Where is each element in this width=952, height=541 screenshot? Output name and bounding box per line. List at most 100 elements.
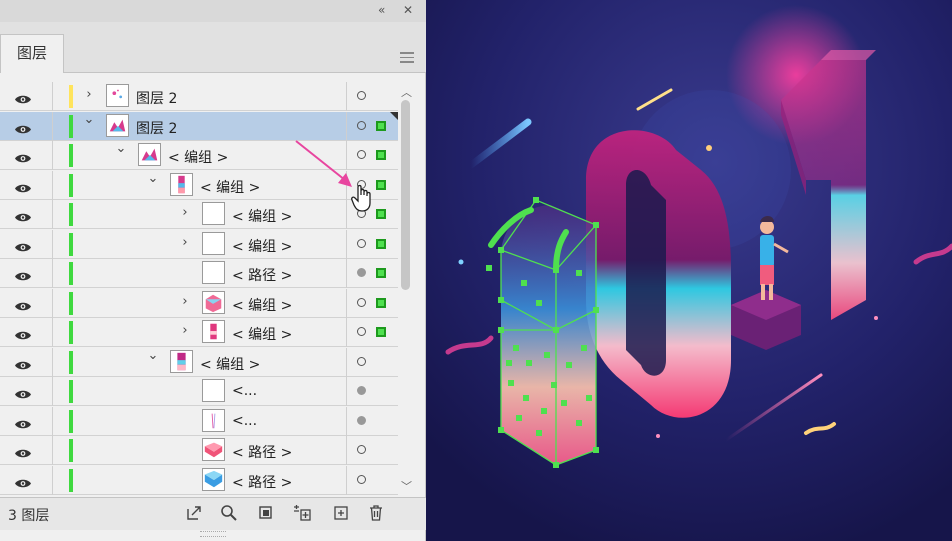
target-circle-icon[interactable] (357, 386, 366, 395)
visibility-eye-icon[interactable] (14, 238, 32, 251)
column-divider (52, 347, 53, 377)
layer-thumbnail (202, 261, 225, 284)
visibility-eye-icon[interactable] (14, 444, 32, 458)
target-circle-icon[interactable] (357, 268, 366, 277)
column-divider (346, 288, 347, 318)
collapse-arrow-icon[interactable]: ⌄ (146, 171, 160, 186)
current-layer-indicator (390, 111, 398, 120)
column-divider (346, 465, 347, 495)
expand-arrow-icon[interactable]: › (82, 87, 96, 102)
layer-row[interactable]: <... (0, 377, 398, 406)
target-circle-icon[interactable] (357, 474, 366, 484)
scroll-thumb[interactable] (401, 100, 410, 290)
selection-indicator[interactable] (376, 120, 386, 131)
layer-row[interactable]: < 路径 > (0, 436, 398, 465)
visibility-eye-icon[interactable] (14, 356, 32, 369)
layer-thumbnail (202, 467, 225, 491)
make-clipping-mask-icon[interactable] (256, 503, 276, 523)
layer-name[interactable]: 图层 2 (136, 88, 177, 108)
layer-name[interactable]: < 编组 > (232, 324, 292, 344)
target-circle-icon[interactable] (357, 238, 366, 248)
layer-name[interactable]: < 编组 > (200, 177, 260, 197)
layer-thumbnail (138, 143, 161, 166)
layer-color-bar (69, 144, 73, 167)
layer-color-bar (69, 321, 73, 344)
layer-name[interactable]: < 编组 > (168, 147, 228, 167)
layer-name[interactable]: < 路径 > (232, 265, 292, 285)
new-layer-icon[interactable] (331, 503, 351, 523)
target-circle-icon[interactable] (357, 415, 366, 425)
layer-row[interactable]: › < 编组 > (0, 318, 398, 347)
layer-thumbnail (106, 84, 129, 107)
column-divider (52, 406, 53, 436)
export-icon[interactable] (184, 503, 204, 523)
panel-tab-row: 图层 (0, 22, 426, 73)
layer-name[interactable]: < 编组 > (232, 295, 292, 315)
visibility-eye-icon[interactable] (14, 415, 32, 428)
collapse-panel-icon[interactable]: « (378, 3, 385, 17)
layer-row[interactable]: <... (0, 406, 398, 436)
resize-grip[interactable] (200, 531, 226, 537)
visibility-eye-icon[interactable] (14, 120, 32, 133)
selection-indicator[interactable] (376, 238, 386, 249)
expand-arrow-icon[interactable]: › (178, 323, 192, 338)
visibility-eye-icon[interactable] (14, 326, 32, 340)
layer-row[interactable]: < 路径 > (0, 465, 398, 495)
column-divider (346, 259, 347, 288)
layer-row[interactable]: › 图层 2 (0, 82, 398, 111)
target-circle-icon[interactable] (357, 91, 366, 100)
layer-name[interactable]: < 编组 > (200, 354, 260, 374)
visibility-eye-icon[interactable] (14, 474, 32, 487)
column-divider (52, 82, 53, 111)
visibility-eye-icon[interactable] (14, 385, 32, 399)
visibility-eye-icon[interactable] (14, 179, 32, 192)
column-divider (52, 200, 53, 229)
layer-row[interactable]: < 路径 > (0, 259, 398, 288)
trash-icon[interactable] (366, 503, 386, 523)
visibility-eye-icon[interactable] (14, 297, 32, 310)
column-divider (52, 111, 53, 141)
locate-object-icon[interactable] (219, 503, 239, 523)
panel-footer: 3 图层 (0, 497, 426, 530)
visibility-eye-icon[interactable] (14, 90, 32, 104)
target-circle-icon[interactable] (357, 356, 366, 366)
visibility-eye-icon[interactable] (14, 267, 32, 281)
target-circle-icon[interactable] (357, 297, 366, 307)
layer-row[interactable]: ⌄ < 编组 > (0, 347, 398, 377)
layer-name[interactable]: < 路径 > (232, 442, 292, 462)
layer-name[interactable]: < 编组 > (232, 206, 292, 226)
selection-indicator[interactable] (376, 297, 386, 308)
layer-name[interactable]: <... (232, 413, 257, 429)
target-circle-icon[interactable] (357, 445, 366, 454)
scroll-down-icon[interactable]: ﹀ (401, 478, 412, 494)
close-panel-icon[interactable]: ✕ (403, 3, 413, 17)
column-divider (346, 347, 347, 377)
layer-name[interactable]: 图层 2 (136, 118, 177, 138)
layer-name[interactable]: < 路径 > (232, 472, 292, 492)
layer-row[interactable]: › < 编组 > (0, 288, 398, 318)
layer-list-scrollbar[interactable]: ︿ ﹀ (398, 82, 414, 495)
layer-name[interactable]: < 编组 > (232, 236, 292, 256)
collapse-arrow-icon[interactable]: ⌄ (114, 141, 128, 156)
layer-color-bar (69, 262, 73, 285)
panel-menu-icon[interactable] (400, 52, 414, 66)
layer-row[interactable]: › < 编组 > (0, 229, 398, 259)
expand-arrow-icon[interactable]: › (178, 235, 192, 250)
selection-indicator[interactable] (376, 268, 386, 278)
layers-panel: « ✕ 图层 › 图层 2 ⌄ 图层 2 ⌄ < 编组 > ⌄ < 编组 > › < 编组 > › <… (0, 0, 426, 541)
collapse-arrow-icon[interactable]: ⌄ (146, 348, 160, 363)
target-circle-icon[interactable] (357, 120, 366, 130)
artboard-canvas[interactable] (426, 0, 952, 541)
column-divider (52, 259, 53, 288)
visibility-eye-icon[interactable] (14, 149, 32, 163)
selection-indicator[interactable] (376, 327, 386, 337)
collapse-arrow-icon[interactable]: ⌄ (82, 112, 96, 127)
new-sublayer-icon[interactable] (292, 503, 312, 523)
target-circle-icon[interactable] (357, 327, 366, 336)
expand-arrow-icon[interactable]: › (178, 294, 192, 309)
scroll-up-icon[interactable]: ︿ (401, 84, 412, 100)
tab-layers[interactable]: 图层 (0, 34, 64, 73)
expand-arrow-icon[interactable]: › (178, 205, 192, 220)
visibility-eye-icon[interactable] (14, 208, 32, 222)
layer-name[interactable]: <... (232, 383, 257, 399)
